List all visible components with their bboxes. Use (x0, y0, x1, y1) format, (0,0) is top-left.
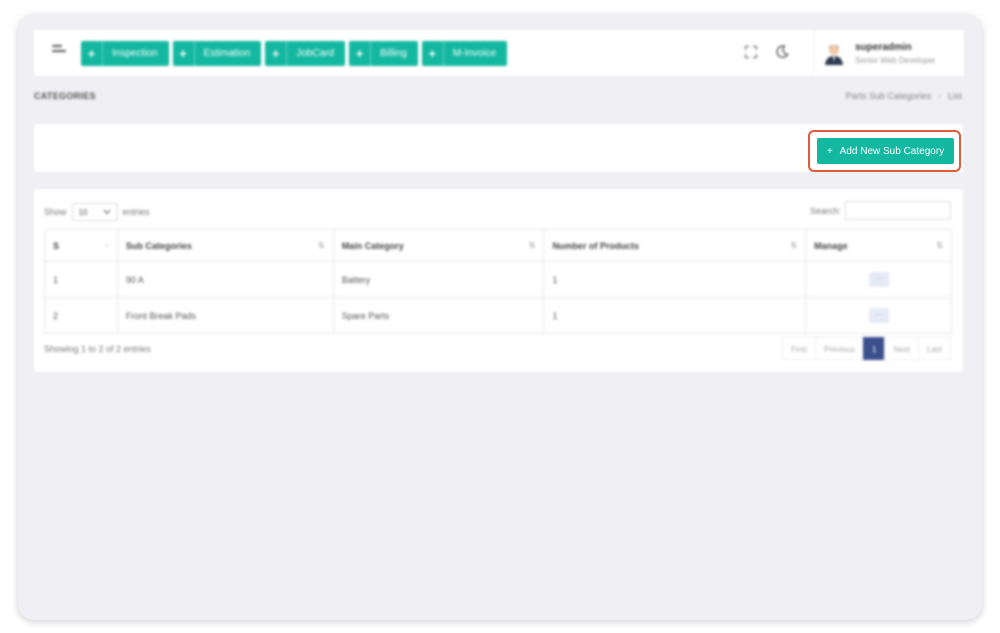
pagination-page-1[interactable]: 1 (862, 337, 886, 360)
user-role: Senior Web Developer (855, 55, 936, 65)
top-navbar: + Inspection + Estimation + JobCard + Billin… (34, 30, 963, 76)
plus-icon: + (265, 41, 288, 66)
manage-button[interactable]: ··· (868, 272, 889, 287)
quick-actions: + Inspection + Estimation + JobCard + Billin… (81, 41, 508, 66)
breadcrumb-current: List (947, 91, 962, 101)
add-button-label: Add New Sub Category (839, 145, 945, 157)
cell-products: 1 (543, 297, 807, 334)
search-input[interactable] (845, 201, 951, 220)
sort-icon: ⇅ (528, 241, 536, 250)
table-search: Search: (810, 201, 951, 220)
add-new-sub-category-button[interactable]: + Add New Sub Category (817, 138, 954, 164)
quick-jobcard-button[interactable]: + JobCard (265, 41, 346, 66)
page-content: + Inspection + Estimation + JobCard + Billin… (18, 14, 982, 620)
table-card: Show 10 entries Search: S ↑ Sub Categorie… (34, 189, 963, 372)
table-row: 1 90 A Battery 1 ··· (44, 261, 952, 298)
fullscreen-icon[interactable] (745, 46, 757, 58)
breadcrumb: Parts Sub Categories › List (845, 91, 962, 101)
quick-button-label: JobCard (296, 48, 335, 59)
chevron-down-icon (103, 209, 111, 215)
sort-icon: ⇅ (936, 241, 943, 250)
entries-label: entries (122, 207, 150, 217)
cell-products: 1 (543, 261, 807, 298)
show-entries: Show 10 entries (44, 203, 150, 221)
column-header-sub-categories[interactable]: Sub Categories ⇅ (116, 229, 334, 262)
moon-icon[interactable] (775, 44, 790, 59)
cell-main-category: Battery (332, 261, 545, 298)
plus-icon: + (349, 41, 372, 66)
show-label: Show (44, 207, 67, 217)
sort-icon: ⇅ (790, 241, 798, 250)
column-header-main-category[interactable]: Main Category ⇅ (332, 229, 545, 262)
cell-s: 1 (44, 261, 118, 298)
pagination-previous[interactable]: Previous (814, 337, 864, 360)
quick-button-label: Billing (380, 48, 407, 59)
plus-icon: + (173, 41, 195, 66)
entries-select[interactable]: 10 (71, 203, 118, 221)
quick-inspection-button[interactable]: + Inspection (81, 41, 169, 66)
plus-icon: + (826, 145, 833, 157)
quick-button-label: M-Invoice (452, 48, 497, 59)
cell-sub-category: 90 A (116, 261, 334, 298)
page-title: CATEGORIES (34, 91, 96, 101)
cell-manage: ··· (805, 297, 952, 334)
search-label: Search: (809, 205, 841, 216)
breadcrumb-parent-link[interactable]: Parts Sub Categories (845, 91, 931, 101)
pagination-next[interactable]: Next (884, 337, 919, 360)
plus-icon: + (81, 41, 103, 66)
menu-toggle-icon[interactable] (52, 45, 68, 59)
column-header-s[interactable]: S ↑ (44, 229, 118, 262)
column-header-manage[interactable]: Manage ⇅ (805, 229, 952, 262)
quick-m-invoice-button[interactable]: + M-Invoice (421, 41, 508, 66)
avatar (822, 41, 846, 65)
quick-billing-button[interactable]: + Billing (349, 41, 418, 66)
topbar-edge (947, 30, 964, 76)
cell-s: 2 (44, 297, 118, 334)
sub-categories-table: S ↑ Sub Categories ⇅ Main Category ⇅ Number… (44, 229, 952, 334)
pagination-last[interactable]: Last (917, 337, 951, 360)
plus-icon: + (422, 41, 444, 66)
cell-main-category: Spare Parts (332, 297, 545, 334)
quick-estimation-button[interactable]: + Estimation (172, 41, 262, 66)
sort-icon: ⇅ (317, 241, 325, 250)
app-frame: + Inspection + Estimation + JobCard + Billin… (18, 14, 982, 620)
user-avatar-icon (825, 45, 843, 65)
quick-button-label: Estimation (203, 48, 251, 59)
add-button-highlight: + Add New Sub Category (808, 130, 961, 172)
quick-button-label: Inspection (112, 48, 158, 59)
column-header-number-of-products[interactable]: Number of Products ⇅ (543, 229, 807, 262)
pagination: First Previous 1 Next Last (782, 337, 951, 360)
cell-manage: ··· (805, 261, 952, 298)
entries-value: 10 (78, 207, 88, 217)
cell-sub-category: Front Break Pads (116, 297, 334, 334)
pagination-first[interactable]: First (782, 337, 816, 360)
table-header-row: S ↑ Sub Categories ⇅ Main Category ⇅ Number… (44, 229, 952, 262)
user-name: superadmin (855, 41, 912, 53)
showing-entries-text: Showing 1 to 2 of 2 entries (44, 344, 151, 354)
user-menu[interactable]: superadmin Senior Web Developer (813, 30, 963, 76)
manage-button[interactable]: ··· (868, 308, 889, 323)
breadcrumb-separator: › (937, 91, 941, 101)
sort-icon: ↑ (104, 241, 109, 250)
table-row: 2 Front Break Pads Spare Parts 1 ··· (44, 297, 952, 334)
